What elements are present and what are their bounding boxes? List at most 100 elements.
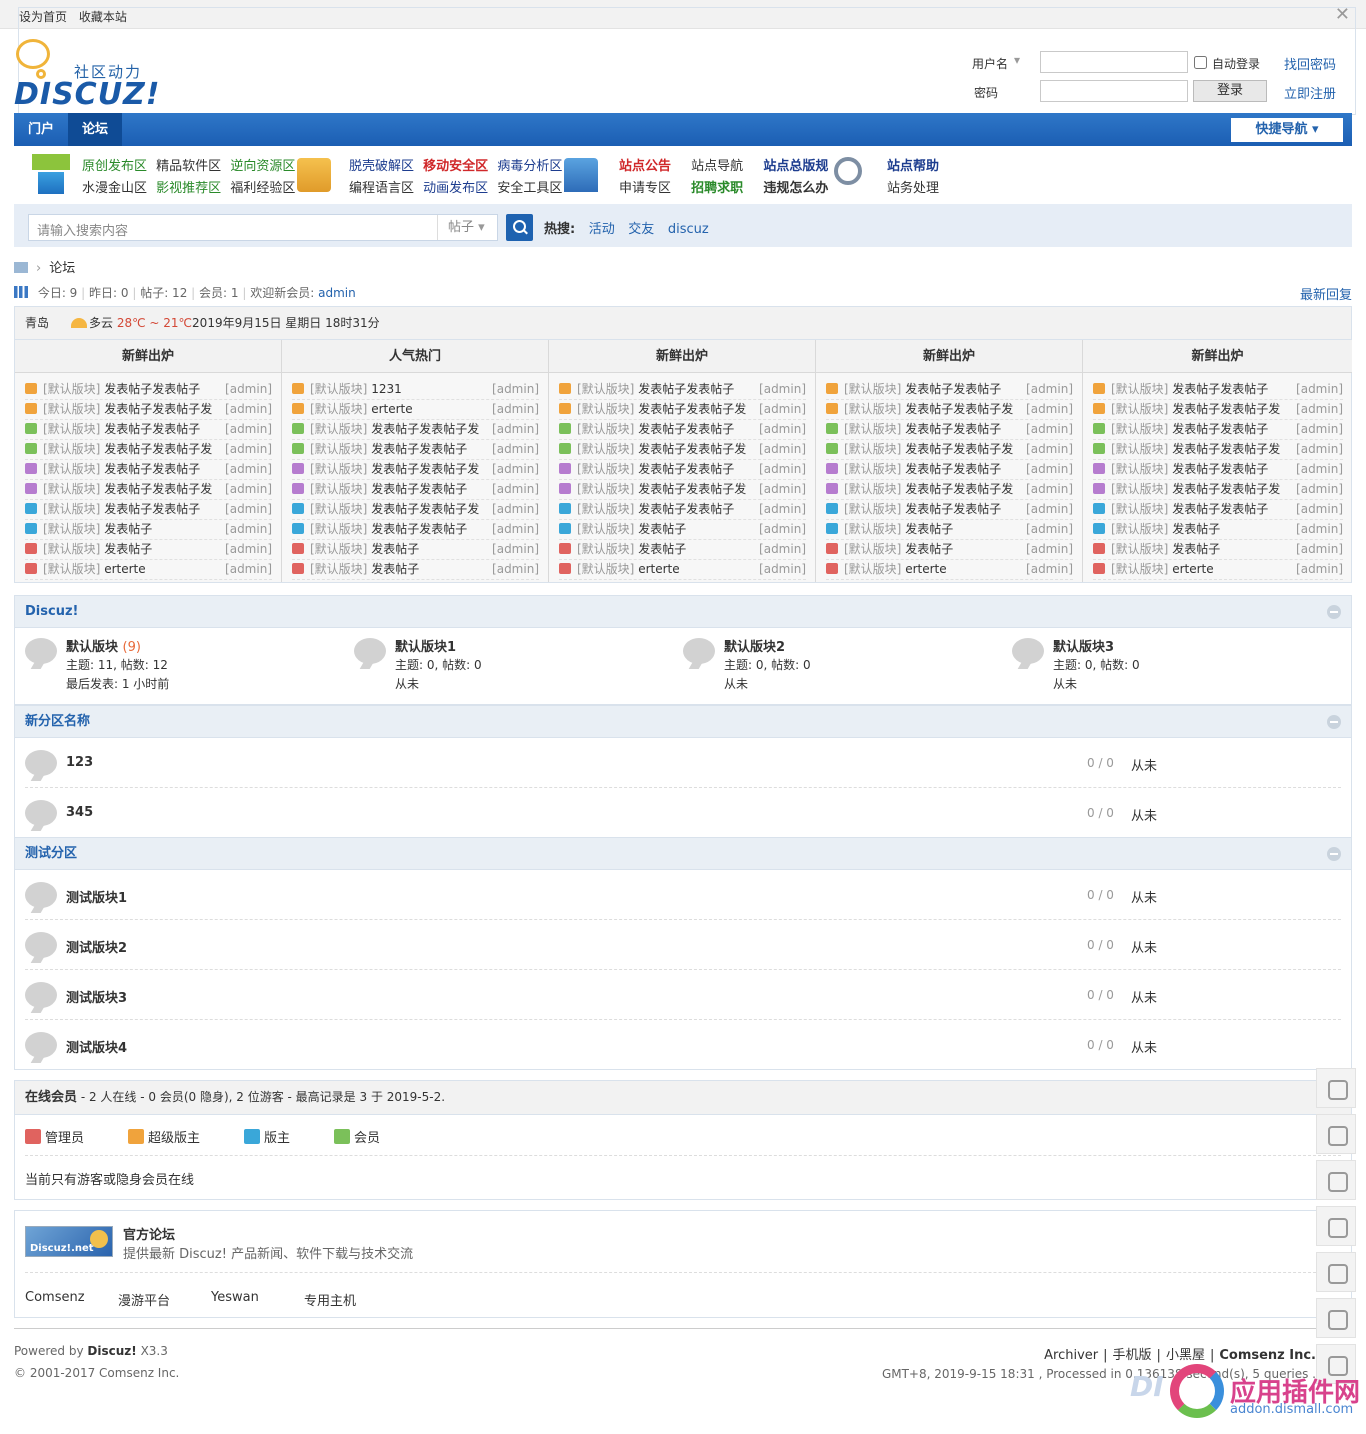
list-item[interactable]: [默认版块] erterte [admin]: [1093, 560, 1343, 580]
hot-column-title[interactable]: 人气热门: [282, 340, 548, 373]
post-title[interactable]: 发表帖子发表帖子发: [638, 442, 746, 456]
post-title[interactable]: 发表帖子发表帖子: [104, 382, 200, 396]
post-forum[interactable]: [默认版块]: [310, 422, 367, 436]
post-author[interactable]: [admin]: [490, 420, 539, 439]
subnav-link[interactable]: 站点总版规: [763, 159, 828, 174]
post-author[interactable]: [admin]: [757, 380, 806, 399]
list-item[interactable]: [默认版块] 发表帖子发表帖子 [admin]: [25, 380, 272, 400]
post-author[interactable]: [admin]: [1294, 540, 1343, 559]
post-forum[interactable]: [默认版块]: [1111, 562, 1168, 576]
close-icon[interactable]: ✕: [1335, 4, 1350, 25]
post-author[interactable]: [admin]: [757, 400, 806, 419]
post-title[interactable]: 发表帖子发表帖子: [104, 462, 200, 476]
post-forum[interactable]: [默认版块]: [577, 502, 634, 516]
forum-bubble-icon[interactable]: [1012, 638, 1044, 664]
subnav-link[interactable]: 站点导航: [691, 159, 743, 174]
list-item[interactable]: [默认版块] 发表帖子发表帖子 [admin]: [1093, 500, 1343, 520]
list-item[interactable]: [默认版块] 发表帖子发表帖子发 [admin]: [559, 480, 806, 500]
post-title[interactable]: erterte: [1172, 562, 1213, 576]
post-title[interactable]: 发表帖子: [371, 542, 419, 556]
nav-forum[interactable]: 论坛: [68, 113, 123, 146]
auto-login-checkbox[interactable]: [1194, 56, 1207, 69]
post-forum[interactable]: [默认版块]: [310, 522, 367, 536]
list-item[interactable]: [默认版块] 发表帖子发表帖子发 [admin]: [1093, 480, 1343, 500]
post-title[interactable]: 发表帖子发表帖子: [371, 482, 467, 496]
post-author[interactable]: [admin]: [223, 540, 272, 559]
post-author[interactable]: [admin]: [1294, 440, 1343, 459]
forum-name[interactable]: 默认版块3: [1053, 636, 1114, 655]
post-forum[interactable]: [默认版块]: [310, 542, 367, 556]
newest-member-link[interactable]: admin: [318, 286, 356, 300]
post-forum[interactable]: [默认版块]: [310, 462, 367, 476]
post-title[interactable]: 发表帖子发表帖子发: [1172, 402, 1280, 416]
forum-name[interactable]: 测试版块2: [66, 937, 127, 956]
post-title[interactable]: 发表帖子发表帖子: [638, 462, 734, 476]
post-forum[interactable]: [默认版块]: [1111, 522, 1168, 536]
list-item[interactable]: [默认版块] 发表帖子发表帖子发 [admin]: [292, 500, 539, 520]
post-forum[interactable]: [默认版块]: [844, 542, 901, 556]
list-item[interactable]: [默认版块] 发表帖子 [admin]: [292, 540, 539, 560]
post-author[interactable]: [admin]: [1294, 500, 1343, 519]
post-author[interactable]: [admin]: [1294, 560, 1343, 579]
post-author[interactable]: [admin]: [490, 520, 539, 539]
hot-column-title[interactable]: 新鲜出炉: [1083, 340, 1352, 373]
forum-name[interactable]: 345: [66, 805, 93, 820]
online-title[interactable]: 在线会员: [25, 1090, 77, 1105]
post-title[interactable]: erterte: [104, 562, 145, 576]
list-item[interactable]: [默认版块] 发表帖子 [admin]: [1093, 540, 1343, 560]
post-forum[interactable]: [默认版块]: [1111, 502, 1168, 516]
post-forum[interactable]: [默认版块]: [310, 442, 367, 456]
post-title[interactable]: 发表帖子发表帖子发: [905, 482, 1013, 496]
calendar-icon[interactable]: [1316, 1068, 1356, 1108]
post-forum[interactable]: [默认版块]: [1111, 382, 1168, 396]
nav-portal[interactable]: 门户: [14, 113, 68, 146]
hot-column-title[interactable]: 新鲜出炉: [549, 340, 815, 373]
post-title[interactable]: 发表帖子发表帖子: [1172, 382, 1268, 396]
subnav-link[interactable]: 移动安全区: [423, 159, 488, 174]
post-author[interactable]: [admin]: [490, 540, 539, 559]
subnav-link[interactable]: 影视推荐区: [156, 181, 221, 196]
post-author[interactable]: [admin]: [490, 400, 539, 419]
list-item[interactable]: [默认版块] 发表帖子发表帖子发 [admin]: [826, 400, 1073, 420]
post-forum[interactable]: [默认版块]: [577, 402, 634, 416]
find-password-link[interactable]: 找回密码: [1284, 54, 1336, 73]
subnav-link[interactable]: 申请专区: [619, 181, 671, 196]
subnav-link[interactable]: 站务处理: [887, 181, 939, 196]
qq-icon[interactable]: [1316, 1160, 1356, 1200]
forum-name-text[interactable]: 默认版块: [66, 640, 118, 655]
brand-link[interactable]: Discuz!: [87, 1344, 136, 1358]
post-forum[interactable]: [默认版块]: [43, 422, 100, 436]
post-title[interactable]: 发表帖子发表帖子发: [104, 482, 212, 496]
list-item[interactable]: [默认版块] 发表帖子 [admin]: [25, 540, 272, 560]
post-title[interactable]: 发表帖子发表帖子: [1172, 462, 1268, 476]
footer-link[interactable]: 手机版: [1113, 1348, 1152, 1363]
post-author[interactable]: [admin]: [1294, 460, 1343, 479]
username-input[interactable]: [1040, 51, 1188, 73]
post-forum[interactable]: [默认版块]: [1111, 422, 1168, 436]
post-forum[interactable]: [默认版块]: [844, 442, 901, 456]
discuz-net-logo[interactable]: Discuz!.net: [25, 1226, 113, 1257]
post-author[interactable]: [admin]: [757, 420, 806, 439]
search-icon[interactable]: [506, 214, 533, 241]
list-item[interactable]: [默认版块] 发表帖子发表帖子 [admin]: [292, 440, 539, 460]
list-item[interactable]: [默认版块] 发表帖子发表帖子 [admin]: [826, 500, 1073, 520]
post-author[interactable]: [admin]: [223, 380, 272, 399]
list-item[interactable]: [默认版块] 发表帖子发表帖子 [admin]: [826, 460, 1073, 480]
subnav-link[interactable]: 编程语言区: [349, 181, 414, 196]
post-forum[interactable]: [默认版块]: [43, 482, 100, 496]
post-forum[interactable]: [默认版块]: [844, 562, 901, 576]
post-forum[interactable]: [默认版块]: [577, 422, 634, 436]
post-author[interactable]: [admin]: [490, 440, 539, 459]
list-item[interactable]: [默认版块] 发表帖子发表帖子 [admin]: [826, 380, 1073, 400]
post-title[interactable]: erterte: [905, 562, 946, 576]
list-item[interactable]: [默认版块] 发表帖子 [admin]: [25, 520, 272, 540]
post-forum[interactable]: [默认版块]: [310, 402, 367, 416]
post-title[interactable]: 发表帖子发表帖子: [638, 502, 734, 516]
collapse-icon[interactable]: [1327, 605, 1341, 619]
post-author[interactable]: [admin]: [1294, 520, 1343, 539]
list-item[interactable]: [默认版块] 发表帖子发表帖子发 [admin]: [1093, 440, 1343, 460]
post-forum[interactable]: [默认版块]: [310, 382, 367, 396]
post-author[interactable]: [admin]: [1294, 420, 1343, 439]
forum-name[interactable]: 测试版块3: [66, 987, 127, 1006]
post-forum[interactable]: [默认版块]: [844, 382, 901, 396]
